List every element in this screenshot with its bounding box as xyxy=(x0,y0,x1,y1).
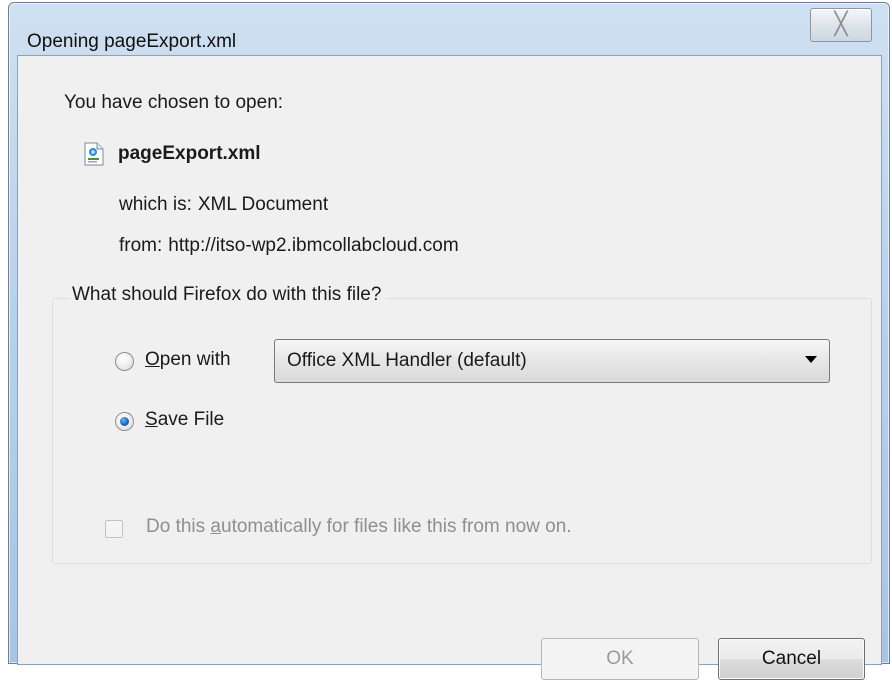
xml-file-icon xyxy=(84,142,104,166)
dropdown-arrow-icon xyxy=(805,356,817,363)
auto-action-label[interactable]: Do this automatically for files like thi… xyxy=(146,516,572,538)
save-file-accel: S xyxy=(145,409,158,430)
dialog-body: You have chosen to open: pageExport.xml … xyxy=(17,55,882,680)
file-row: pageExport.xml xyxy=(84,142,261,166)
auto-action-text-post: utomatically for files like this from no… xyxy=(221,516,572,537)
file-source-line: from: http://itso-wp2.ibmcollabcloud.com xyxy=(119,235,459,257)
open-with-radio[interactable] xyxy=(115,352,134,371)
dialog-header: You have chosen to open: xyxy=(64,92,284,113)
save-file-radio[interactable] xyxy=(115,412,134,431)
save-file-label[interactable]: Save File xyxy=(145,409,224,431)
handler-select[interactable]: Office XML Handler (default) xyxy=(274,339,830,383)
auto-action-checkbox[interactable] xyxy=(105,520,123,538)
open-with-accel: O xyxy=(145,349,160,370)
file-name: pageExport.xml xyxy=(118,143,261,164)
handler-select-value: Office XML Handler (default) xyxy=(287,350,527,371)
file-type-line: which is: XML Document xyxy=(119,194,328,216)
action-group-legend: What should Firefox do with this file? xyxy=(70,284,387,306)
cancel-button[interactable]: Cancel xyxy=(718,638,865,680)
auto-action-accel: a xyxy=(210,516,221,537)
file-source-value: http://itso-wp2.ibmcollabcloud.com xyxy=(168,235,459,256)
window-title: Opening pageExport.xml xyxy=(27,31,237,52)
ok-button[interactable]: OK xyxy=(541,638,699,680)
file-source-label: from: xyxy=(119,235,163,256)
file-type-label: which is: xyxy=(119,194,192,215)
auto-action-text-pre: Do this xyxy=(146,516,211,537)
open-with-text: pen with xyxy=(159,349,231,370)
open-with-label[interactable]: Open with xyxy=(145,349,231,371)
file-type-value: XML Document xyxy=(197,194,329,215)
close-icon: ╳ xyxy=(834,12,848,37)
download-dialog: Opening pageExport.xml ╳ You have chosen… xyxy=(8,2,890,680)
save-file-text: ave File xyxy=(157,409,225,430)
close-button[interactable]: ╳ xyxy=(810,8,872,42)
